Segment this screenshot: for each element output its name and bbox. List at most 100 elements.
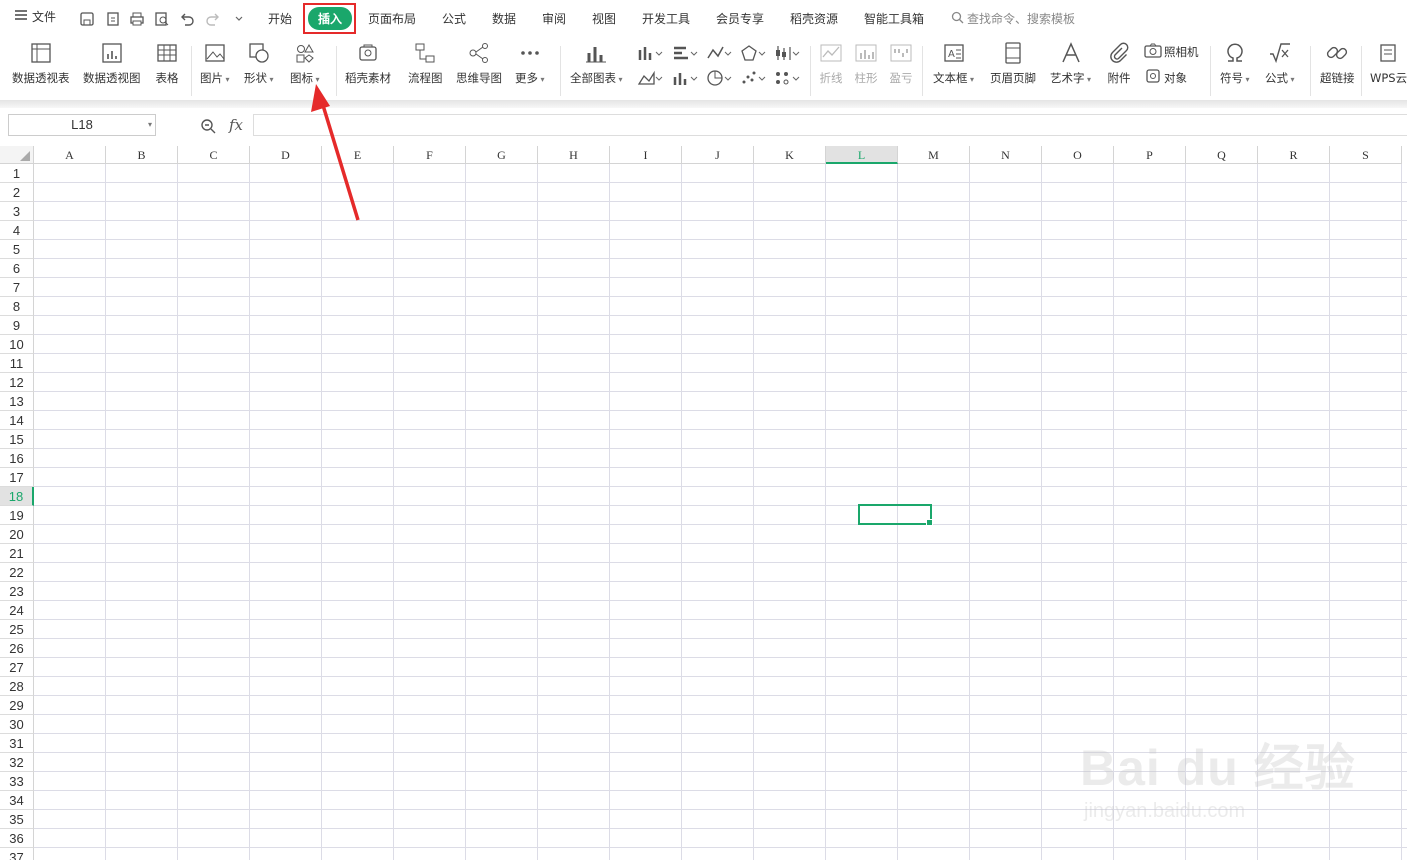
pie-chart-icon[interactable] [706, 68, 736, 88]
mind-map-button[interactable]: 思维导图 [456, 38, 502, 96]
tab-data[interactable]: 数据 [492, 10, 516, 27]
row-header[interactable]: 16 [0, 449, 34, 468]
row-header[interactable]: 26 [0, 639, 34, 658]
name-box-dropdown-icon[interactable]: ▾ [148, 115, 152, 135]
tab-view[interactable]: 视图 [592, 10, 616, 27]
docer-material-button[interactable]: 稻壳素材 [345, 38, 391, 96]
wps-cloud-button[interactable]: WPS云 [1370, 38, 1407, 96]
row-header[interactable]: 23 [0, 582, 34, 601]
select-all-corner[interactable] [0, 146, 34, 164]
row-header[interactable]: 8 [0, 297, 34, 316]
row-header[interactable]: 3 [0, 202, 34, 221]
column-header[interactable]: R [1258, 146, 1330, 164]
symbol-button[interactable]: 符号 ▾ [1220, 38, 1250, 96]
other-chart-icon[interactable] [774, 68, 804, 88]
row-header[interactable]: 12 [0, 373, 34, 392]
row-header[interactable]: 17 [0, 468, 34, 487]
print-icon[interactable] [128, 10, 146, 28]
row-header[interactable]: 37 [0, 848, 34, 860]
row-header[interactable]: 1 [0, 164, 34, 183]
column-header[interactable]: L [826, 146, 898, 164]
active-cell[interactable] [858, 504, 933, 526]
command-search[interactable]: 查找命令、搜索模板 [951, 10, 1075, 27]
header-footer-button[interactable]: 页眉页脚 [990, 38, 1036, 96]
export-pdf-icon[interactable] [104, 10, 122, 28]
tab-member[interactable]: 会员专享 [716, 10, 764, 27]
row-header[interactable]: 21 [0, 544, 34, 563]
radar-chart-icon[interactable] [740, 43, 770, 63]
save-icon[interactable] [78, 10, 96, 28]
row-header[interactable]: 35 [0, 810, 34, 829]
sparkline-winloss-button[interactable]: 盈亏 [888, 38, 914, 96]
pivot-table-button[interactable]: 数据透视表 [12, 38, 70, 96]
row-header[interactable]: 20 [0, 525, 34, 544]
combo-chart-icon[interactable] [672, 68, 702, 88]
column-header[interactable]: K [754, 146, 826, 164]
row-header[interactable]: 36 [0, 829, 34, 848]
zoom-search-icon[interactable] [200, 118, 216, 138]
row-header[interactable]: 28 [0, 677, 34, 696]
sparkline-column-button[interactable]: 柱形 [853, 38, 879, 96]
dropdown-caret-icon[interactable]: ▾ [267, 75, 274, 84]
row-header[interactable]: 2 [0, 183, 34, 202]
column-header[interactable]: S [1330, 146, 1402, 164]
column-header[interactable]: F [394, 146, 466, 164]
row-header[interactable]: 31 [0, 734, 34, 753]
row-header[interactable]: 5 [0, 240, 34, 259]
row-header[interactable]: 25 [0, 620, 34, 639]
stock-chart-icon[interactable] [774, 43, 804, 63]
word-art-button[interactable]: 艺术字 ▾ [1050, 38, 1091, 96]
column-header[interactable]: E [322, 146, 394, 164]
column-header[interactable]: D [250, 146, 322, 164]
row-header[interactable]: 4 [0, 221, 34, 240]
row-header[interactable]: 6 [0, 259, 34, 278]
tab-developer[interactable]: 开发工具 [642, 10, 690, 27]
row-header[interactable]: 15 [0, 430, 34, 449]
redo-icon[interactable] [204, 10, 222, 28]
quick-access-dropdown-icon[interactable] [230, 10, 248, 28]
tab-review[interactable]: 审阅 [542, 10, 566, 27]
row-header[interactable]: 33 [0, 772, 34, 791]
column-header[interactable]: H [538, 146, 610, 164]
formula-input[interactable] [253, 114, 1407, 136]
dropdown-caret-icon[interactable]: ▾ [616, 75, 623, 84]
row-header[interactable]: 11 [0, 354, 34, 373]
column-header[interactable]: G [466, 146, 538, 164]
equation-button[interactable]: 公式 ▾ [1265, 38, 1295, 96]
flowchart-button[interactable]: 流程图 [408, 38, 443, 96]
shape-button[interactable]: 形状 ▾ [244, 38, 274, 96]
dropdown-caret-icon[interactable]: ▾ [1288, 75, 1295, 84]
row-header[interactable]: 7 [0, 278, 34, 297]
insert-function-button[interactable]: fx [229, 116, 243, 134]
column-header[interactable]: Q [1186, 146, 1258, 164]
row-header[interactable]: 32 [0, 753, 34, 772]
attachment-button[interactable]: 附件 [1106, 38, 1132, 96]
row-header[interactable]: 34 [0, 791, 34, 810]
column-header[interactable]: J [682, 146, 754, 164]
column-header[interactable]: O [1042, 146, 1114, 164]
more-button[interactable]: 更多 ▾ [515, 38, 545, 96]
dropdown-caret-icon[interactable]: ▾ [313, 75, 320, 84]
camera-button[interactable]: 照相机 [1144, 42, 1208, 62]
all-charts-button[interactable]: 全部图表 ▾ [570, 38, 623, 96]
tab-home[interactable]: 开始 [268, 10, 292, 27]
column-header[interactable]: P [1114, 146, 1186, 164]
file-menu-button[interactable]: 文件 [14, 8, 56, 25]
dropdown-caret-icon[interactable]: ▾ [223, 75, 230, 84]
row-header[interactable]: 22 [0, 563, 34, 582]
picture-button[interactable]: 图片 ▾ [200, 38, 230, 96]
undo-icon[interactable] [178, 10, 196, 28]
horizontal-bar-chart-icon[interactable] [672, 43, 702, 63]
pivot-chart-button[interactable]: 数据透视图 [83, 38, 141, 96]
tab-docer-resources[interactable]: 稻壳资源 [790, 10, 838, 27]
tab-page-layout[interactable]: 页面布局 [368, 10, 416, 27]
tab-smart-toolbox[interactable]: 智能工具箱 [864, 10, 924, 27]
area-chart-icon[interactable] [637, 68, 667, 88]
text-box-button[interactable]: A 文本框 ▾ [933, 38, 974, 96]
row-header[interactable]: 9 [0, 316, 34, 335]
row-header[interactable]: 10 [0, 335, 34, 354]
object-button[interactable]: 对象 [1144, 68, 1208, 88]
row-header[interactable]: 19 [0, 506, 34, 525]
print-preview-icon[interactable] [153, 10, 171, 28]
dropdown-caret-icon[interactable]: ▾ [1243, 75, 1250, 84]
